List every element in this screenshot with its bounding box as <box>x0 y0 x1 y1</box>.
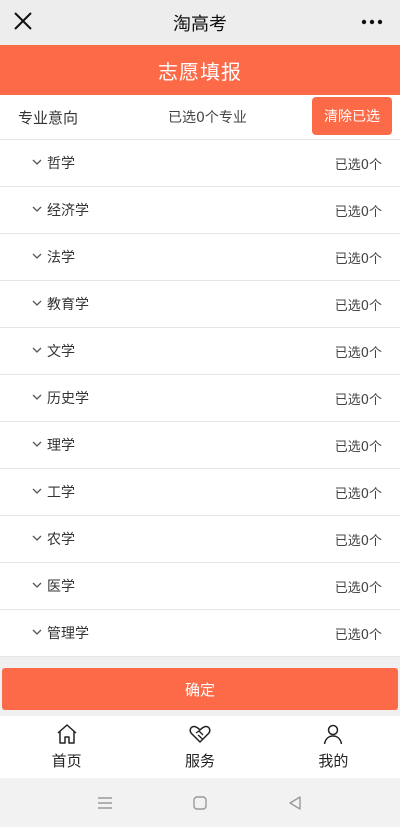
filter-bar: 专业意向 已选0个专业 清除已选 <box>0 95 400 140</box>
list-item-literature[interactable]: 文学 已选0个 <box>0 328 400 375</box>
category-name: 历史学 <box>47 391 89 407</box>
category-list: 哲学 已选0个 经济学 已选0个 法学 已选0个 教育学 已选0个 文学 已选0… <box>0 140 400 657</box>
more-dots-icon[interactable] <box>360 14 384 30</box>
square-home-icon[interactable] <box>191 794 209 812</box>
list-item-history[interactable]: 历史学 已选0个 <box>0 375 400 422</box>
category-name: 工学 <box>47 485 75 501</box>
tab-label: 我的 <box>318 752 349 770</box>
category-status: 已选0个 <box>334 534 382 549</box>
category-status: 已选0个 <box>334 628 382 643</box>
menu-icon[interactable] <box>96 794 114 812</box>
chevron-down-icon <box>32 394 42 400</box>
selected-count: 已选0个专业 <box>168 110 247 126</box>
category-status: 已选0个 <box>334 158 382 173</box>
system-nav-bar <box>0 778 400 827</box>
category-status: 已选0个 <box>334 440 382 455</box>
category-status: 已选0个 <box>334 393 382 408</box>
list-item-philosophy[interactable]: 哲学 已选0个 <box>0 140 400 187</box>
confirm-button[interactable]: 确定 <box>2 668 398 710</box>
category-name: 教育学 <box>47 297 89 313</box>
chevron-down-icon <box>32 535 42 541</box>
tab-profile[interactable]: 我的 <box>267 716 400 778</box>
list-item-economics[interactable]: 经济学 已选0个 <box>0 187 400 234</box>
category-name: 文学 <box>47 344 75 360</box>
home-icon <box>57 724 77 744</box>
chevron-down-icon <box>32 159 42 165</box>
category-status: 已选0个 <box>334 205 382 220</box>
list-item-science[interactable]: 理学 已选0个 <box>0 422 400 469</box>
list-item-law[interactable]: 法学 已选0个 <box>0 234 400 281</box>
user-icon <box>324 724 343 745</box>
chevron-down-icon <box>32 441 42 447</box>
list-item-agriculture[interactable]: 农学 已选0个 <box>0 516 400 563</box>
hero-title: 志愿填报 <box>158 59 242 84</box>
top-bar: 淘高考 <box>0 0 400 45</box>
list-item-medicine[interactable]: 医学 已选0个 <box>0 563 400 610</box>
category-name: 法学 <box>47 250 75 266</box>
chevron-down-icon <box>32 206 42 212</box>
tab-label: 首页 <box>51 752 82 770</box>
chevron-down-icon <box>32 629 42 635</box>
page-title: 淘高考 <box>173 13 227 35</box>
bottom-tab-bar: 首页 服务 我的 <box>0 716 400 778</box>
category-status: 已选0个 <box>334 299 382 314</box>
list-item-management[interactable]: 管理学 已选0个 <box>0 610 400 657</box>
list-item-education[interactable]: 教育学 已选0个 <box>0 281 400 328</box>
chevron-down-icon <box>32 253 42 259</box>
clear-selection-button[interactable]: 清除已选 <box>312 97 392 135</box>
tab-label: 服务 <box>184 752 215 770</box>
chevron-down-icon <box>32 347 42 353</box>
category-name: 哲学 <box>47 156 75 172</box>
close-icon[interactable] <box>12 10 34 32</box>
tab-home[interactable]: 首页 <box>0 716 133 778</box>
category-status: 已选0个 <box>334 252 382 267</box>
chevron-down-icon <box>32 488 42 494</box>
category-name: 理学 <box>47 438 75 454</box>
category-name: 农学 <box>47 532 75 548</box>
category-name: 医学 <box>47 579 75 595</box>
back-triangle-icon[interactable] <box>286 794 304 812</box>
list-item-engineering[interactable]: 工学 已选0个 <box>0 469 400 516</box>
category-status: 已选0个 <box>334 346 382 361</box>
chevron-down-icon <box>32 300 42 306</box>
category-name: 管理学 <box>47 626 89 642</box>
category-status: 已选0个 <box>334 581 382 596</box>
category-status: 已选0个 <box>334 487 382 502</box>
category-name: 经济学 <box>47 203 89 219</box>
chevron-down-icon <box>32 582 42 588</box>
handshake-icon <box>189 725 211 743</box>
filter-label: 专业意向 <box>18 109 79 127</box>
tab-services[interactable]: 服务 <box>133 716 266 778</box>
hero-banner: 志愿填报 <box>0 45 400 95</box>
